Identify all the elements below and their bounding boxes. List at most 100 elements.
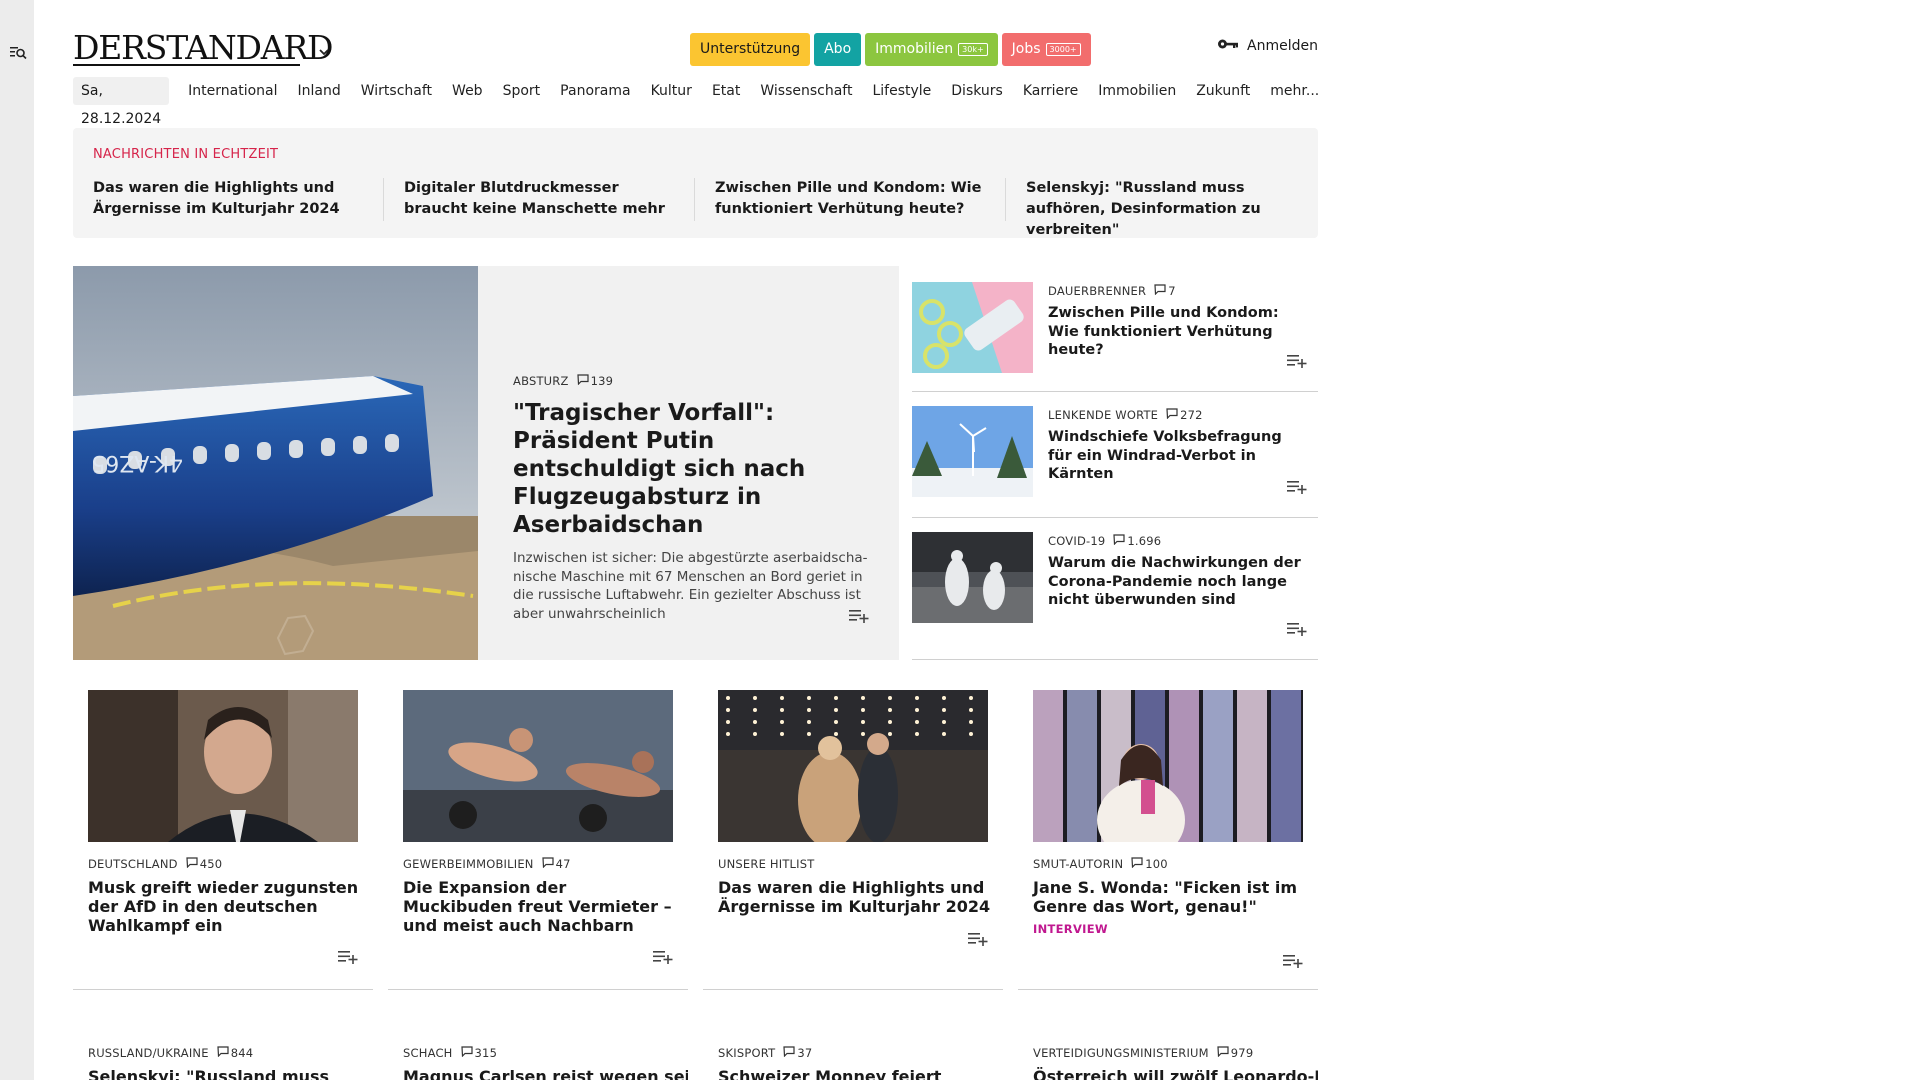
comment-count[interactable]: 7 [1154, 284, 1176, 298]
article-headline[interactable]: Musk greift wieder zugunsten der AfD in … [88, 878, 363, 935]
nav-item[interactable]: Sport [503, 83, 541, 99]
pill-badge: 30k+ [958, 43, 988, 56]
article-kicker: SCHACH 315 [403, 1046, 688, 1060]
add-to-list-icon[interactable] [337, 949, 359, 965]
ticker-item[interactable]: Das waren die Highlights und Ärger­nisse… [73, 178, 384, 221]
comment-icon [186, 857, 198, 871]
article-text: UNSERE HITLIST Das waren die Highlights u… [718, 857, 993, 916]
article-kicker: VERTEIDIGUNGSMINISTERIUM 979 [1033, 1046, 1318, 1060]
ticker-item[interactable]: Zwischen Pille und Kondom: Wie funktioni… [695, 178, 1006, 221]
nav-item[interactable]: Zukunft [1196, 83, 1250, 99]
article-kicker: SKISPORT 37 [718, 1046, 1003, 1060]
article-card[interactable]: UNSERE HITLIST Das waren die Highlights u… [703, 690, 1003, 990]
nav-item[interactable]: Diskurs [951, 83, 1003, 99]
kicker-label: LENKENDE WORTE [1048, 408, 1159, 422]
header-pill-2[interactable]: Immobilien 30k+ [865, 33, 998, 66]
comment-icon [1166, 408, 1178, 422]
article-card[interactable]: GEWERBEIMMOBILIEN 47 Die Expansion der Muc… [388, 690, 688, 990]
nav-item[interactable]: International [188, 83, 277, 99]
article-headline[interactable]: Selenskyj: "Russland muss [88, 1067, 373, 1080]
chevron-down-icon[interactable] [318, 43, 330, 56]
comment-count[interactable]: 272 [1166, 408, 1203, 422]
add-to-list-icon[interactable] [1286, 621, 1308, 637]
hero-kicker: ABSTURZ 139 [513, 374, 871, 388]
article-headline[interactable]: Das waren die Highlights und Ärgernisse … [718, 878, 993, 916]
nav-item[interactable]: Etat [712, 83, 740, 99]
nav-item[interactable]: Wissenschaft [760, 83, 852, 99]
article-card[interactable]: DEUTSCHLAND 450 Musk greift wieder zugunst… [73, 690, 373, 990]
comment-icon [460, 1046, 473, 1060]
comment-count[interactable]: 450 [186, 857, 223, 871]
article-headline[interactable]: Österreich will zwölf Leonardo-M- [1033, 1067, 1318, 1080]
article-kicker: DEUTSCHLAND 450 [88, 857, 363, 871]
header-pill-1[interactable]: Abo [814, 33, 862, 66]
side-teaser[interactable]: LENKENDE WORTE 272 Windschiefe Volksbefrag… [912, 392, 1318, 518]
add-to-list-icon[interactable] [652, 949, 674, 965]
hero-headline[interactable]: "Tragischer Vorfall": Präsident Putin en… [513, 399, 871, 539]
article-kicker: SMUT-AUTORIN 100 [1033, 857, 1308, 871]
header-pill-3[interactable]: Jobs 3000+ [1001, 33, 1091, 66]
article-headline[interactable]: Jane S. Wonda: "Ficken ist im Genre das … [1033, 878, 1308, 916]
kicker-label: COVID-19 [1048, 534, 1106, 548]
menu-search-icon[interactable] [8, 42, 28, 62]
kicker-label: RUSSLAND/UKRAINE [88, 1046, 209, 1060]
article-image [88, 690, 358, 842]
comment-count[interactable]: 979 [1217, 1046, 1254, 1060]
kicker-label: ABSTURZ [513, 374, 569, 388]
add-to-list-icon[interactable] [967, 931, 989, 947]
hero-article[interactable]: 4K-AZ65 ABSTURZ 139 "Tragischer Vorfall"… [73, 266, 899, 660]
comment-icon [217, 1046, 229, 1060]
add-to-list-icon[interactable] [1286, 353, 1308, 369]
nav-item[interactable]: Lifestyle [872, 83, 931, 99]
side-teaser[interactable]: DAUERBRENNER 7 Zwischen Pille und Kondom: … [912, 266, 1318, 392]
article-headline[interactable]: Schweizer Monney feiert [718, 1067, 1003, 1080]
nav-item[interactable]: Wirtschaft [361, 83, 432, 99]
comment-count[interactable]: 47 [541, 857, 571, 871]
header-pill-0[interactable]: Unterstützung [690, 33, 811, 66]
article-card[interactable]: SKISPORT 37 Schweizer Monney feiert [703, 1046, 1003, 1080]
login-button[interactable]: Anmelden [1217, 38, 1318, 54]
nav-item[interactable]: Immobilien [1098, 83, 1176, 99]
left-rail [0, 0, 34, 1080]
teaser-headline[interactable]: Warum die Nachwirkungen der Corona-Pande… [1048, 554, 1308, 610]
pill-label: Jobs [1011, 41, 1041, 57]
article-kicker: GEWERBEIMMOBILIEN 47 [403, 857, 678, 871]
comment-count[interactable]: 139 [576, 374, 614, 388]
site-logo[interactable]: DERSTANDARD [73, 30, 334, 66]
ticker-title: NACHRICHTEN IN ECHTZEIT [93, 147, 279, 162]
article-text: SMUT-AUTORIN 100 Jane S. Wonda: "Ficken is… [1033, 857, 1308, 936]
comment-count[interactable]: 844 [217, 1046, 254, 1060]
nav-item[interactable]: Inland [298, 83, 341, 99]
nav-item[interactable]: Karriere [1023, 83, 1078, 99]
comment-count[interactable]: 1.696 [1113, 534, 1161, 548]
article-image [1033, 690, 1303, 842]
side-teaser[interactable]: COVID-19 1.696 Warum die Nachwirkungen der… [912, 518, 1318, 660]
nav-item[interactable]: Web [452, 83, 483, 99]
teaser-headline[interactable]: Zwischen Pille und Kondom: Wie funktioni… [1048, 304, 1308, 360]
add-to-list-icon[interactable] [1282, 953, 1304, 969]
comment-icon [576, 374, 589, 388]
ticker-item[interactable]: Selenskyj: "Russland muss aufhören, Desi… [1006, 178, 1317, 238]
teaser-headline[interactable]: Windschiefe Volksbefragung für ein Windr… [1048, 428, 1308, 484]
article-headline[interactable]: Die Expansion der Muckibuden freut Vermi… [403, 878, 678, 935]
logo-underline [73, 64, 300, 66]
article-card[interactable]: VERTEIDIGUNGSMINISTERIUM 979 Österreich wi… [1018, 1046, 1318, 1080]
main-nav: Sa, 28.12.2024 International Inland Wirtsc… [73, 77, 1339, 127]
kicker-label: SMUT-AUTORIN [1033, 857, 1124, 871]
article-kicker: COVID-19 1.696 [1048, 534, 1308, 548]
article-card[interactable]: RUSSLAND/UKRAINE 844 Selenskyj: "Russland … [73, 1046, 373, 1080]
comment-count[interactable]: 37 [783, 1046, 812, 1060]
article-card[interactable]: SMUT-AUTORIN 100 Jane S. Wonda: "Ficken is… [1018, 690, 1318, 990]
kicker-label: SCHACH [403, 1046, 453, 1060]
comment-count[interactable]: 100 [1131, 857, 1168, 871]
ticker-item[interactable]: Digitaler Blutdruckmesser braucht keine … [384, 178, 695, 221]
article-kicker: UNSERE HITLIST [718, 857, 993, 871]
nav-item[interactable]: Panorama [560, 83, 630, 99]
add-to-list-icon[interactable] [848, 608, 870, 624]
article-card[interactable]: SCHACH 315 Magnus Carlsen reist wegen sein… [388, 1046, 688, 1080]
nav-item[interactable]: mehr... [1270, 83, 1319, 99]
comment-count[interactable]: 315 [460, 1046, 498, 1060]
add-to-list-icon[interactable] [1286, 479, 1308, 495]
article-headline[interactable]: Magnus Carlsen reist wegen seiner [403, 1067, 688, 1080]
nav-item[interactable]: Kultur [651, 83, 692, 99]
